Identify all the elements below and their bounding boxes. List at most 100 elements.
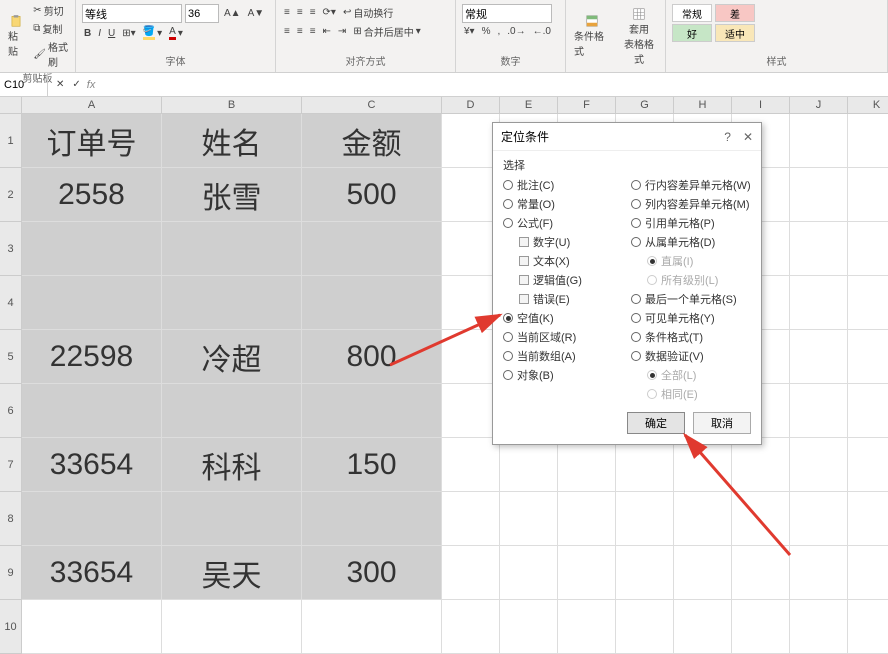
align-middle-button[interactable]: ≡ xyxy=(295,6,305,19)
option-1[interactable]: 常量(O) xyxy=(503,196,623,212)
cell-E8[interactable] xyxy=(500,492,558,546)
cell-J9[interactable] xyxy=(790,546,848,600)
option-10[interactable]: 对象(B) xyxy=(503,367,623,383)
cell-J1[interactable] xyxy=(790,114,848,168)
cell-C6[interactable] xyxy=(302,384,442,438)
paste-button[interactable]: 粘贴 xyxy=(4,12,28,60)
align-bottom-button[interactable]: ≡ xyxy=(308,6,318,19)
cell-D7[interactable] xyxy=(442,438,500,492)
row-header-8[interactable]: 8 xyxy=(0,492,21,546)
col-header-G[interactable]: G xyxy=(616,97,674,114)
currency-button[interactable]: ¥▾ xyxy=(462,25,477,38)
cell-G8[interactable] xyxy=(616,492,674,546)
cell-J5[interactable] xyxy=(790,330,848,384)
align-center-button[interactable]: ≡ xyxy=(295,25,305,38)
cell-C3[interactable] xyxy=(302,222,442,276)
option-3[interactable]: 数字(U) xyxy=(519,234,623,250)
cell-J10[interactable] xyxy=(790,600,848,654)
cell-F9[interactable] xyxy=(558,546,616,600)
cell-H10[interactable] xyxy=(674,600,732,654)
col-header-D[interactable]: D xyxy=(442,97,500,114)
cell-E10[interactable] xyxy=(500,600,558,654)
wrap-text-button[interactable]: ↩自动换行 xyxy=(341,4,395,21)
cut-button[interactable]: ✂剪切 xyxy=(31,2,71,19)
bold-button[interactable]: B xyxy=(82,27,93,40)
cell-D8[interactable] xyxy=(442,492,500,546)
cell-A4[interactable] xyxy=(22,276,162,330)
col-header-C[interactable]: C xyxy=(302,97,442,114)
option-2[interactable]: 引用单元格(P) xyxy=(631,215,751,231)
cell-K4[interactable] xyxy=(848,276,888,330)
comma-button[interactable]: , xyxy=(496,25,503,38)
col-header-F[interactable]: F xyxy=(558,97,616,114)
cell-B4[interactable] xyxy=(162,276,302,330)
orientation-button[interactable]: ⟳▾ xyxy=(321,6,338,19)
cell-C2[interactable]: 500 xyxy=(302,168,442,222)
style-bad[interactable]: 差 xyxy=(715,4,755,22)
cell-K6[interactable] xyxy=(848,384,888,438)
border-button[interactable]: ⊞▾ xyxy=(120,27,137,40)
cell-A5[interactable]: 22598 xyxy=(22,330,162,384)
option-4[interactable]: 文本(X) xyxy=(519,253,623,269)
cell-H9[interactable] xyxy=(674,546,732,600)
cell-C5[interactable]: 800 xyxy=(302,330,442,384)
align-top-button[interactable]: ≡ xyxy=(282,6,292,19)
cell-F8[interactable] xyxy=(558,492,616,546)
ok-button[interactable]: 确定 xyxy=(627,412,685,434)
select-all-corner[interactable] xyxy=(0,97,22,114)
col-header-A[interactable]: A xyxy=(22,97,162,114)
cell-I10[interactable] xyxy=(732,600,790,654)
option-6[interactable]: 最后一个单元格(S) xyxy=(631,291,751,307)
option-7[interactable]: 空值(K) xyxy=(503,310,623,326)
copy-button[interactable]: ⧉复制 xyxy=(31,20,71,37)
cell-B10[interactable] xyxy=(162,600,302,654)
cell-J4[interactable] xyxy=(790,276,848,330)
fill-color-button[interactable]: 🪣▾ xyxy=(141,25,164,41)
percent-button[interactable]: % xyxy=(480,25,493,38)
cell-A6[interactable] xyxy=(22,384,162,438)
cell-I9[interactable] xyxy=(732,546,790,600)
row-header-1[interactable]: 1 xyxy=(0,114,21,168)
cell-F10[interactable] xyxy=(558,600,616,654)
decrease-indent-button[interactable]: ⇤ xyxy=(321,25,333,38)
row-header-7[interactable]: 7 xyxy=(0,438,21,492)
accept-formula-icon[interactable]: ✓ xyxy=(70,78,82,91)
cell-A8[interactable] xyxy=(22,492,162,546)
cell-C4[interactable] xyxy=(302,276,442,330)
cell-F7[interactable] xyxy=(558,438,616,492)
cell-K1[interactable] xyxy=(848,114,888,168)
cell-I7[interactable] xyxy=(732,438,790,492)
dialog-help-button[interactable]: ? xyxy=(724,130,731,144)
row-header-6[interactable]: 6 xyxy=(0,384,21,438)
cell-B1[interactable]: 姓名 xyxy=(162,114,302,168)
style-neutral[interactable]: 适中 xyxy=(715,24,755,42)
cell-K8[interactable] xyxy=(848,492,888,546)
cell-G10[interactable] xyxy=(616,600,674,654)
cell-J6[interactable] xyxy=(790,384,848,438)
option-7[interactable]: 可见单元格(Y) xyxy=(631,310,751,326)
row-header-4[interactable]: 4 xyxy=(0,276,21,330)
col-header-K[interactable]: K xyxy=(848,97,888,114)
italic-button[interactable]: I xyxy=(96,27,103,40)
number-format-combo[interactable] xyxy=(462,4,552,23)
row-header-3[interactable]: 3 xyxy=(0,222,21,276)
cell-C10[interactable] xyxy=(302,600,442,654)
cell-B6[interactable] xyxy=(162,384,302,438)
cell-A1[interactable]: 订单号 xyxy=(22,114,162,168)
increase-decimal-button[interactable]: .0→ xyxy=(505,25,527,38)
cell-B2[interactable]: 张雪 xyxy=(162,168,302,222)
cell-J7[interactable] xyxy=(790,438,848,492)
cell-C8[interactable] xyxy=(302,492,442,546)
option-0[interactable]: 批注(C) xyxy=(503,177,623,193)
cell-A10[interactable] xyxy=(22,600,162,654)
option-2[interactable]: 公式(F) xyxy=(503,215,623,231)
option-8[interactable]: 条件格式(T) xyxy=(631,329,751,345)
row-header-9[interactable]: 9 xyxy=(0,546,21,600)
option-9[interactable]: 当前数组(A) xyxy=(503,348,623,364)
decrease-font-button[interactable]: A▼ xyxy=(246,7,267,20)
cell-B8[interactable] xyxy=(162,492,302,546)
cell-J8[interactable] xyxy=(790,492,848,546)
font-color-button[interactable]: A▾ xyxy=(167,25,185,41)
cell-J3[interactable] xyxy=(790,222,848,276)
cell-H7[interactable] xyxy=(674,438,732,492)
